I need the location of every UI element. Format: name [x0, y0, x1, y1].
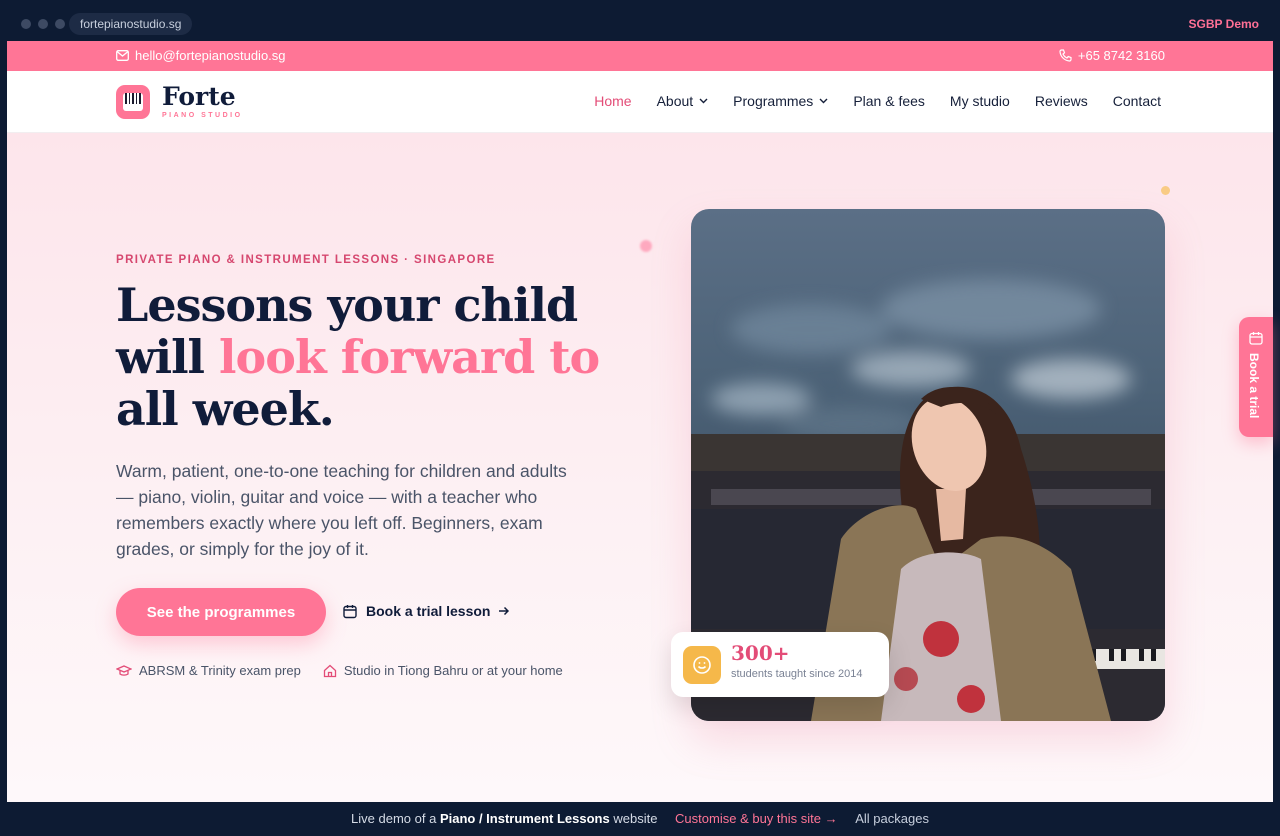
see-programmes-button[interactable]: See the programmes: [116, 588, 326, 636]
book-trial-label: Book a trial lesson: [366, 603, 491, 619]
window-dot[interactable]: [55, 19, 65, 29]
brand-name: Forte: [162, 82, 236, 111]
customise-buy-link[interactable]: Customise & buy this site →: [675, 811, 838, 826]
badge-label: Studio in Tiong Bahru or at your home: [343, 663, 563, 678]
website: hello@fortepianostudio.sg +65 8742 3160 …: [7, 41, 1273, 802]
nav-label: My studio: [949, 93, 1010, 109]
headline-part: all: [116, 382, 179, 436]
nav-label: Programmes: [733, 93, 814, 109]
phone-text: +65 8742 3160: [1077, 48, 1165, 63]
nav-label: Plan & fees: [853, 93, 925, 109]
book-trial-side-tab[interactable]: Book a trial: [1239, 317, 1273, 437]
calendar-icon: [1249, 332, 1263, 345]
students-stat-card: 300+ students taught since 2014: [671, 632, 889, 697]
badge-label: ABRSM & Trinity exam prep: [139, 663, 301, 678]
hero-eyebrow: PRIVATE PIANO & INSTRUMENT LESSONS · SIN…: [116, 254, 496, 266]
decorative-dot: [1161, 186, 1170, 195]
hero-section: PRIVATE PIANO & INSTRUMENT LESSONS · SIN…: [7, 133, 1273, 802]
site-logo[interactable]: Forte PIANO STUDIO: [116, 84, 243, 119]
arrow-right-icon: [499, 606, 510, 616]
chevron-down-icon: [819, 98, 828, 104]
badge-location: Studio in Tiong Bahru or at your home: [323, 663, 563, 678]
email-link[interactable]: hello@fortepianostudio.sg: [116, 48, 286, 63]
nav-item-about[interactable]: About: [657, 93, 709, 109]
nav-label: Contact: [1112, 93, 1161, 109]
home-icon: [323, 664, 336, 677]
browser-chrome: fortepianostudio.sg SGBP Demo: [7, 7, 1273, 41]
decorative-dot: [640, 240, 652, 252]
chevron-down-icon: [699, 98, 708, 104]
window-dot[interactable]: [38, 19, 48, 29]
smile-icon: [683, 646, 721, 684]
demo-tag: SGBP Demo: [1188, 17, 1259, 31]
all-packages-link[interactable]: All packages: [855, 811, 929, 826]
window-controls: [21, 19, 65, 29]
phone-link[interactable]: +65 8742 3160: [1059, 48, 1165, 63]
book-trial-link[interactable]: Book a trial lesson: [343, 603, 510, 619]
calendar-icon: [343, 604, 357, 618]
address-bar[interactable]: fortepianostudio.sg: [69, 13, 193, 35]
demo-site-type: Piano / Instrument Lessons: [439, 811, 610, 826]
nav-item-contact[interactable]: Contact: [1113, 93, 1161, 109]
nav-item-my-studio[interactable]: My studio: [950, 93, 1010, 109]
hero-headline: Lessons your child will look forward to …: [116, 279, 636, 435]
badge-exam-prep: ABRSM & Trinity exam prep: [116, 663, 301, 678]
nav-item-programmes[interactable]: Programmes: [733, 93, 828, 109]
phone-icon: [1059, 49, 1072, 62]
hero-description: Warm, patient, one-to-one teaching for c…: [116, 461, 567, 559]
window-dot[interactable]: [21, 19, 31, 29]
hero-badges: ABRSM & Trinity exam prep Studio in Tion…: [116, 663, 563, 678]
primary-nav: Home About Programmes Plan & fees My stu…: [594, 93, 1161, 109]
graduation-cap-icon: [116, 664, 132, 676]
mail-icon: [116, 50, 129, 61]
stat-number: 300+: [731, 641, 790, 665]
nav-label: Reviews: [1034, 93, 1088, 109]
email-text: hello@fortepianostudio.sg: [135, 48, 286, 63]
headline-highlight: look forward to: [219, 330, 600, 384]
side-tab-label: Book a trial: [1247, 353, 1261, 419]
contact-bar: hello@fortepianostudio.sg +65 8742 3160: [7, 41, 1273, 71]
brand-tagline: PIANO STUDIO: [162, 112, 243, 119]
piano-logo-icon: [116, 84, 150, 119]
nav-label: Home: [594, 93, 632, 109]
demo-suffix: website: [613, 811, 658, 826]
demo-bar: Live demo of a Piano / Instrument Lesson…: [0, 802, 1280, 836]
nav-item-reviews[interactable]: Reviews: [1035, 93, 1088, 109]
nav-item-plan-fees[interactable]: Plan & fees: [853, 93, 925, 109]
nav-item-home[interactable]: Home: [594, 93, 631, 109]
nav-label: About: [656, 93, 694, 109]
demo-prefix: Live demo of a: [351, 811, 437, 826]
headline-part: week.: [192, 382, 335, 436]
main-header: Forte PIANO STUDIO Home About Programmes…: [7, 71, 1273, 133]
stat-caption: students taught since 2014: [731, 668, 863, 680]
